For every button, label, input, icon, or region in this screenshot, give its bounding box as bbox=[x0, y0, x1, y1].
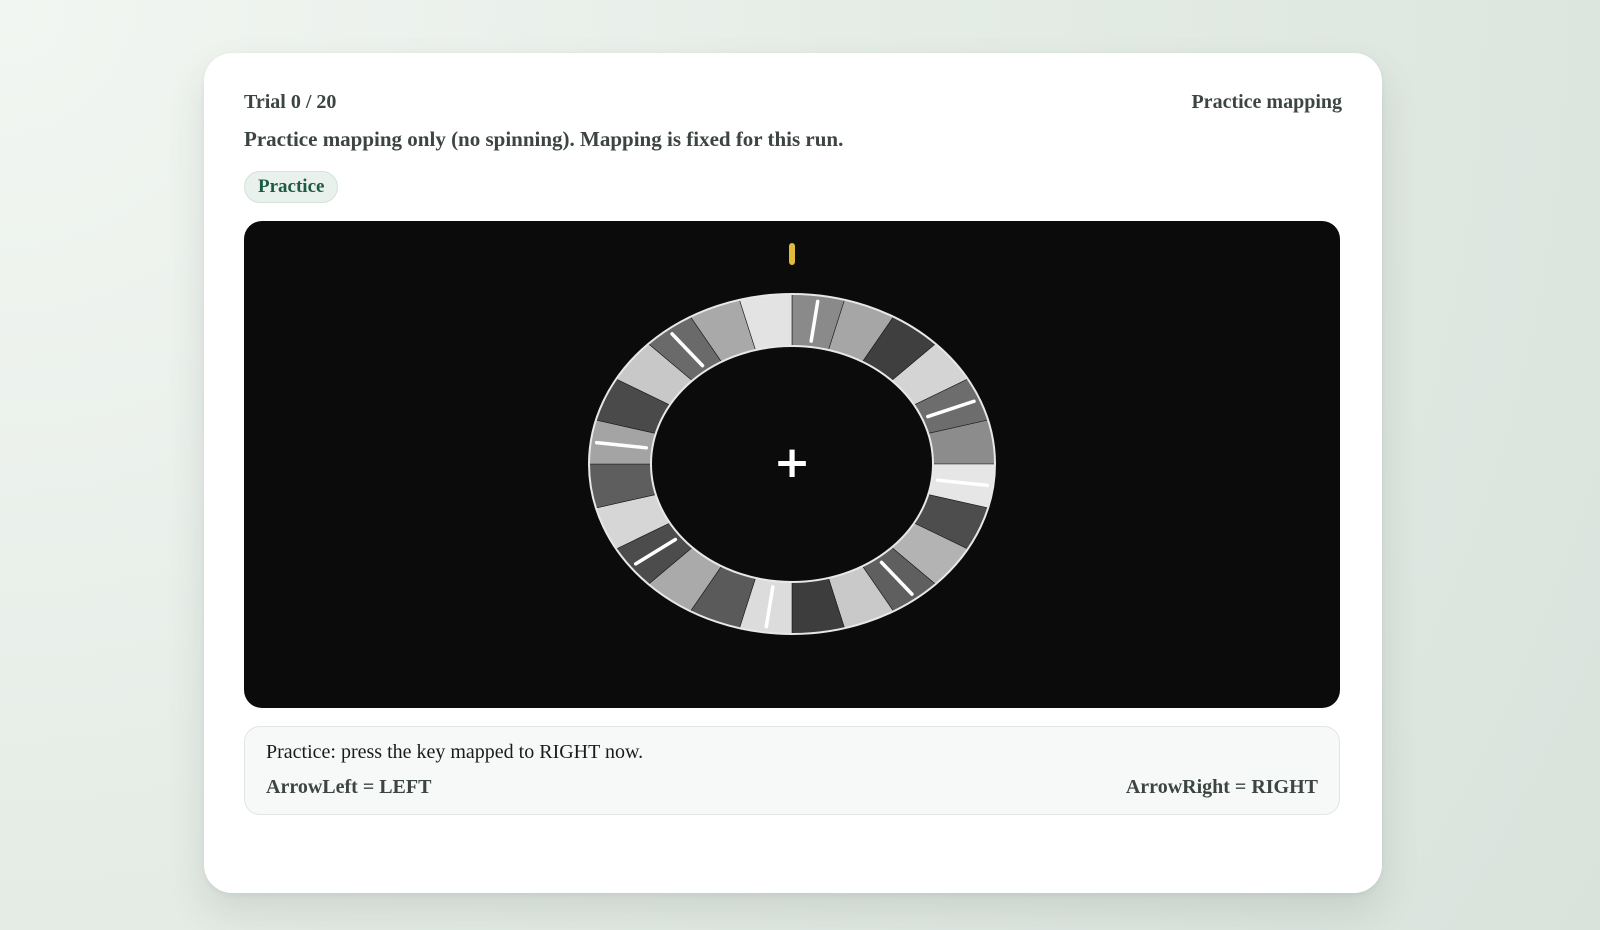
instructions-heading: Practice mapping only (no spinning). Map… bbox=[244, 127, 844, 151]
trial-counter: Trial 0 / 20 bbox=[244, 90, 337, 113]
fixation-cross: + bbox=[774, 437, 811, 488]
practice-badge: Practice bbox=[244, 171, 339, 203]
practice-prompt: Practice: press the key mapped to RIGHT … bbox=[266, 741, 644, 763]
stimulus-canvas: + bbox=[244, 221, 1340, 708]
task-card: Trial 0 / 20 Practice mapping Practice m… bbox=[204, 53, 1382, 893]
right-key-mapping: ArrowRight = RIGHT bbox=[1125, 776, 1318, 798]
mode-label: Practice mapping bbox=[1191, 90, 1342, 113]
left-key-mapping: ArrowLeft = LEFT bbox=[266, 776, 432, 798]
pointer-marker bbox=[789, 243, 795, 265]
header: Trial 0 / 20 Practice mapping bbox=[244, 87, 1342, 117]
feedback-panel: Practice: press the key mapped to RIGHT … bbox=[244, 726, 1340, 815]
wheel-display: + bbox=[588, 221, 996, 708]
